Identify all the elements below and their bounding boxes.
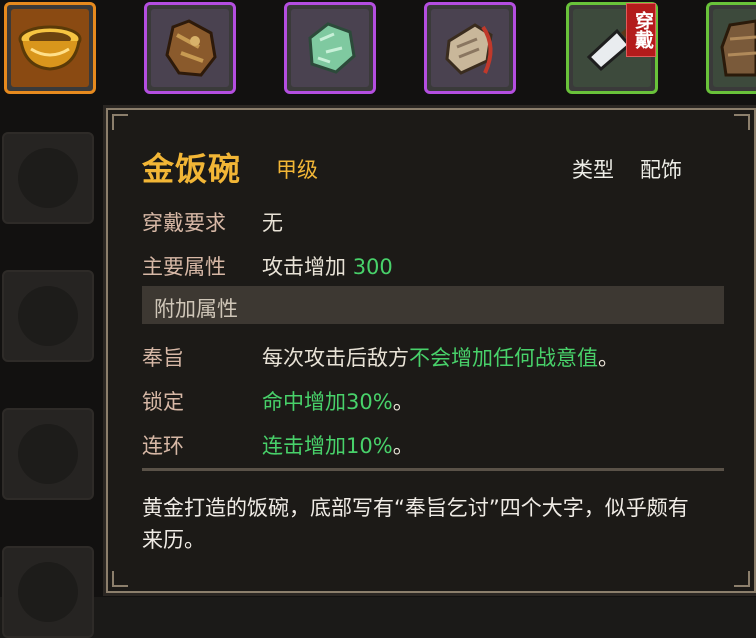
requirement-value: 无: [262, 211, 283, 235]
item-description: 黄金打造的饭碗，底部写有“奉旨乞讨”四个大字，似乎颇有来历。: [142, 496, 689, 552]
item-type-label: 类型: [572, 158, 614, 182]
effect-highlight: 命中增加30%: [262, 390, 393, 414]
extra-attribute-effect: 连击增加10%。: [262, 430, 414, 460]
divider: [142, 468, 724, 471]
worn-tag: 穿戴: [626, 3, 656, 57]
cloth-robe-icon: [165, 19, 217, 77]
extra-attributes-title: 附加属性: [154, 297, 238, 321]
pouch-icon: [445, 23, 493, 75]
requirement-label: 穿戴要求: [142, 211, 226, 235]
inventory-slot-cleaver[interactable]: 穿戴: [566, 2, 658, 94]
inventory-slot-empty[interactable]: [2, 546, 94, 638]
jade-stone-icon: [308, 22, 356, 74]
extra-attribute-label: 连环: [142, 434, 184, 458]
frame-corner: [112, 114, 128, 130]
inventory-slot-empty[interactable]: [2, 132, 94, 224]
effect-suffix: 。: [392, 390, 414, 414]
effect-text: 每次攻击后敌方: [262, 346, 409, 370]
extra-attribute-label: 奉旨: [142, 346, 184, 370]
main-attribute-label: 主要属性: [142, 255, 226, 279]
inventory-slot-jade[interactable]: [284, 2, 376, 94]
item-type-value: 配饰: [640, 158, 682, 182]
extra-attribute-effect: 每次攻击后敌方不会增加任何战意值。: [262, 342, 619, 372]
frame-corner: [734, 571, 750, 587]
inventory-slot-empty[interactable]: [2, 408, 94, 500]
golden-bowl-icon: [18, 25, 82, 71]
effect-suffix: 。: [598, 346, 619, 370]
frame-corner: [112, 571, 128, 587]
item-grade: 甲级: [276, 158, 318, 182]
main-attribute-value: 300: [352, 255, 393, 279]
effect-highlight: 连击增加10%: [262, 434, 393, 458]
inventory-slot-empty[interactable]: [2, 270, 94, 362]
inventory-slot-pouch[interactable]: [424, 2, 516, 94]
item-tooltip: 金饭碗 甲级 类型 配饰 穿戴要求 无 主要属性 攻击增加 300 附加属性 奉…: [106, 108, 756, 593]
effect-suffix: 。: [392, 434, 414, 458]
armor-icon: [719, 19, 756, 77]
effect-highlight: 不会增加任何战意值: [409, 346, 598, 370]
main-attribute: 攻击增加 300: [262, 251, 393, 281]
inventory-slot-armor[interactable]: [706, 2, 756, 94]
main-attribute-text: 攻击增加: [262, 255, 346, 279]
extra-attribute-label: 锁定: [142, 390, 184, 414]
frame-corner: [734, 114, 750, 130]
inventory-slot-golden-bowl[interactable]: [4, 2, 96, 94]
item-name: 金饭碗: [142, 150, 242, 188]
extra-attribute-effect: 命中增加30%。: [262, 386, 414, 416]
inventory-slot-robe[interactable]: [144, 2, 236, 94]
